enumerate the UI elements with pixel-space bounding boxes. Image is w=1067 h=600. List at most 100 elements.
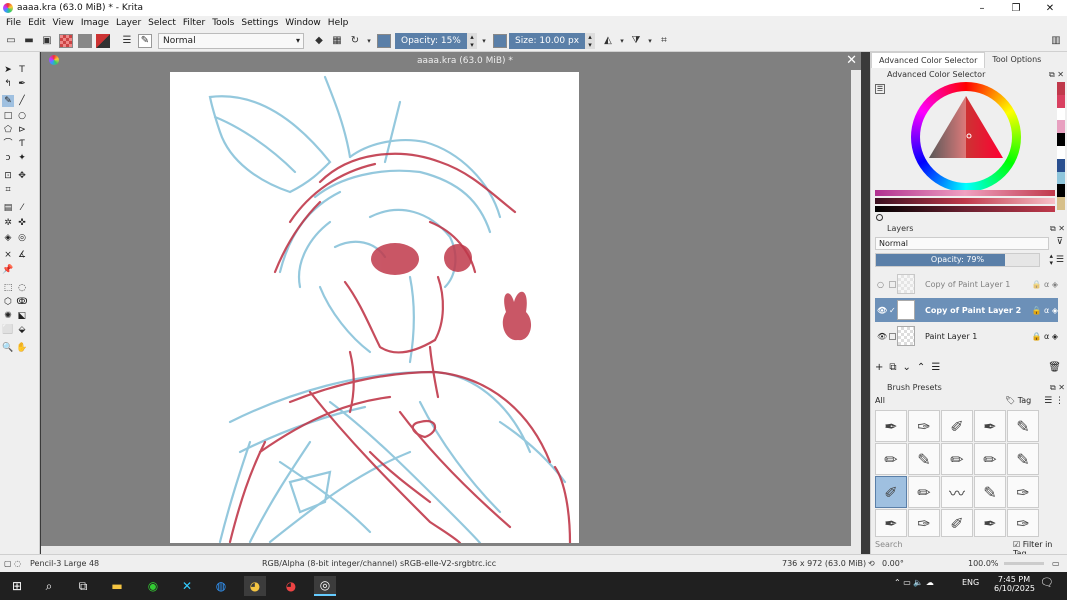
drawing-canvas[interactable] [170,72,579,543]
calligraphy-icon[interactable]: ✒ [16,78,28,90]
chevron-down-icon[interactable]: ▾ [366,34,372,48]
menu-filter[interactable]: Filter [183,18,205,28]
brush-preset[interactable]: ✑ [908,509,940,537]
close-window-button[interactable]: ✕ [1033,0,1067,16]
color-bar-1[interactable] [875,190,1055,196]
color-reset-icon[interactable] [876,214,883,221]
contiguous-select-icon[interactable]: ✺ [2,310,14,322]
mirror-horizontal-icon[interactable]: ◭ [601,34,615,48]
layer-lock-icon[interactable]: 🔒 α ◈ [1032,280,1058,289]
layer-opacity-slider[interactable]: Opacity: 79% [875,253,1040,267]
layer-opacity-spin-icon[interactable]: ▴ ▾ [1049,253,1053,267]
layer-checkbox[interactable] [889,332,896,340]
text-tool-icon[interactable]: T [16,64,28,76]
gradient-tool-icon[interactable]: ▤ [2,202,14,214]
fit-screen-icon[interactable]: ▭ [1052,559,1060,568]
freehand-select-icon[interactable]: ↂ [16,296,28,308]
layer-row[interactable]: ○ Copy of Paint Layer 1 🔒 α ◈ [875,272,1058,296]
start-windows-icon[interactable]: ⊞ [6,576,28,596]
new-document-icon[interactable]: ▭ [4,34,18,48]
rectangle-tool-icon[interactable]: □ [2,110,14,122]
eye-icon[interactable]: 👁 [877,306,887,315]
reload-preset-icon[interactable]: ↻ [348,34,362,48]
canvas-horizontal-scrollbar[interactable] [41,546,861,554]
brush-preset[interactable]: ✎ [1007,443,1039,475]
size-spin-icon[interactable]: ▴ ▾ [585,32,595,49]
brush-preset[interactable]: ✐ [941,509,973,537]
move-tool-icon[interactable]: ✥ [16,170,28,182]
wrap-around-icon[interactable]: ⌗ [657,34,671,48]
zalo-icon[interactable]: ◍ [210,576,232,596]
brush-preset[interactable]: ✑ [1007,509,1039,537]
brush-preset[interactable]: ✑ [1007,476,1039,508]
assistant-tool-icon[interactable]: ✜ [16,217,28,229]
brush-preset-icon[interactable]: ✎ [138,33,152,48]
clipchamp-icon[interactable]: ◉ [142,576,164,596]
menu-edit[interactable]: Edit [28,18,45,28]
workspace-icon[interactable]: ▥ [1049,34,1063,48]
move-layer-up-icon[interactable]: ⌃ [917,362,925,376]
move-layer-down-icon[interactable]: ⌄ [903,362,911,376]
close-document-button[interactable]: ✕ [846,53,857,68]
rect-select-icon[interactable]: ⬚ [2,282,14,294]
language-indicator[interactable]: ENG [962,578,979,587]
eraser-mode-icon[interactable]: ◆ [312,34,326,48]
brush-preset[interactable]: ✎ [974,476,1006,508]
menu-window[interactable]: Window [285,18,321,28]
layer-row-selected[interactable]: 👁 ✓ Copy of Paint Layer 2 🔒 α ◈ [875,298,1058,322]
brush-preset[interactable]: 〰 [941,476,973,508]
saturation-value-triangle[interactable] [911,82,1021,192]
color-picker-icon[interactable]: ⁄ [16,202,28,214]
gradient-swatch[interactable] [59,33,73,48]
panel-controls-icon[interactable]: ⧉ ✕ [1050,383,1065,393]
color-bar-2[interactable] [875,198,1055,204]
magnetic-select-icon[interactable]: ⬙ [16,324,28,336]
brush-preset[interactable]: ✎ [1007,410,1039,442]
krita-taskbar-icon[interactable]: ◎ [314,576,336,596]
layer-filter-icon[interactable]: ⊽ [1056,237,1063,247]
brush-preset[interactable]: ✒ [974,410,1006,442]
bezier-select-icon[interactable]: ⬜ [2,324,14,336]
minimize-button[interactable]: – [965,0,999,16]
brush-preset[interactable]: ✏ [974,443,1006,475]
fill-tool-icon[interactable]: ◈ [2,232,14,244]
size-slider[interactable]: Size: 10.00 px ▴ ▾ [509,32,595,49]
polygon-select-icon[interactable]: ⬡ [2,296,14,308]
canvas-vertical-scrollbar[interactable] [851,70,861,546]
pattern-swatch[interactable] [78,33,92,48]
opacity-slider[interactable]: Opacity: 15% ▴ ▾ [395,32,477,49]
polyline-tool-icon[interactable]: ⊳ [16,124,28,136]
menu-file[interactable]: File [6,18,21,28]
measure-tool-icon[interactable]: ∡ [16,249,28,261]
reference-tool-icon[interactable]: 📌 [2,264,14,276]
color-bar-3[interactable] [875,206,1055,212]
freehand-path-icon[interactable]: Ƭ [16,138,28,150]
delete-layer-icon[interactable]: 🗑 [1048,362,1061,376]
chrome-icon[interactable]: ◕ [280,576,302,596]
layer-lock-icon[interactable]: 🔒 α ◈ [1032,306,1058,315]
mirror-vertical-icon[interactable]: ⧩ [629,34,643,48]
multibrush-icon[interactable]: ✦ [16,152,28,164]
polygon-tool-icon[interactable]: ⬠ [2,124,14,136]
brush-preset[interactable]: ✏ [941,443,973,475]
ellipse-select-icon[interactable]: ◌ [16,282,28,294]
assistant-grid-icon[interactable]: ⨯ [2,249,14,261]
panel-controls-icon[interactable]: ⧉ ✕ [1050,224,1065,234]
chevron-down-icon[interactable]: ▾ [647,34,653,48]
similar-select-icon[interactable]: ⬕ [16,310,28,322]
brush-preset[interactable]: ✒ [875,509,907,537]
brush-tag-select[interactable]: 🏷 Tag [1005,396,1031,405]
zoom-slider[interactable] [1004,562,1044,565]
menu-image[interactable]: Image [81,18,109,28]
line-tool-icon[interactable]: ╱ [16,95,28,107]
bezier-tool-icon[interactable]: ⌒ [2,138,14,150]
add-layer-icon[interactable]: + [875,362,883,376]
brush-view-options-icon[interactable]: ☰ ⋮ [1044,396,1064,406]
brush-preset[interactable]: ✏ [875,443,907,475]
brush-preset[interactable]: ✎ [908,443,940,475]
menu-layer[interactable]: Layer [116,18,141,28]
file-explorer-icon[interactable]: ▬ [106,576,128,596]
panel-controls-icon[interactable]: ⧉ ✕ [1049,70,1064,80]
color-history-strip[interactable] [1057,82,1065,210]
layer-properties-icon[interactable]: ☰ [931,362,940,376]
